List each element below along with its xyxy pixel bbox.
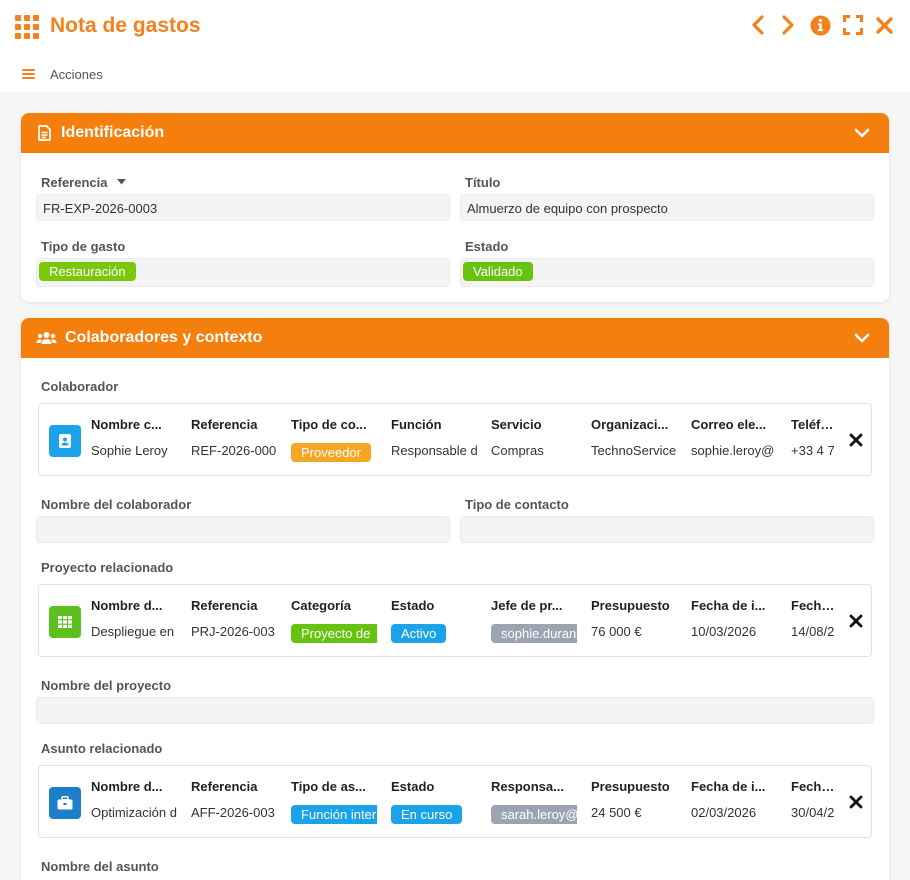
- column: Teléfon +33 4 7: [791, 417, 835, 458]
- asunto-label: Asunto relacionado: [41, 741, 163, 756]
- nombre-colaborador-field[interactable]: [36, 516, 450, 543]
- nombre-colaborador-label: Nombre del colaborador: [41, 497, 192, 512]
- column: Estado En curso: [391, 779, 477, 825]
- column: Función Responsable d: [391, 417, 477, 458]
- column: Referencia REF-2026-000: [191, 417, 277, 458]
- titulo-field[interactable]: Almuerzo de equipo con prospecto: [460, 194, 874, 221]
- responsible-badge: sarah.leroy@: [491, 805, 577, 824]
- column: Organizaci... TechnoService: [591, 417, 677, 458]
- column: Tipo de co... Proveedor: [291, 417, 377, 463]
- titulo-label: Título: [465, 175, 501, 190]
- referencia-label: Referencia: [41, 175, 127, 190]
- tipo-gasto-label: Tipo de gasto: [41, 239, 126, 254]
- column: Referencia AFF-2026-003: [191, 779, 275, 820]
- column: Nombre d... Despliegue en: [91, 598, 175, 639]
- column: Correo ele... sophie.leroy@: [691, 417, 775, 458]
- remove-colaborador-icon[interactable]: [849, 433, 863, 447]
- tipo-contacto-label: Tipo de contacto: [465, 497, 569, 512]
- remove-asunto-icon[interactable]: [849, 795, 863, 809]
- info-icon[interactable]: [808, 14, 832, 36]
- contact-type-badge: Proveedor: [291, 443, 371, 462]
- manager-badge: sophie.duran: [491, 624, 577, 643]
- column: Tipo de as... Función inter: [291, 779, 377, 824]
- column: Fecha de i... 02/03/2026: [691, 779, 766, 820]
- caret-down-icon[interactable]: [117, 179, 127, 185]
- column: Categoría Proyecto de: [291, 598, 377, 644]
- tipo-contacto-field[interactable]: [460, 516, 874, 543]
- affair-type-badge: Función inter: [291, 805, 377, 824]
- identificacion-header[interactable]: Identificación: [21, 113, 889, 153]
- tipo-gasto-field[interactable]: Restauración: [36, 258, 450, 287]
- users-icon: [35, 329, 57, 347]
- column: Nombre d... Optimización d: [91, 779, 177, 820]
- status-badge: Activo: [391, 624, 447, 643]
- estado-field[interactable]: Validado: [460, 258, 874, 287]
- title-bar: Nota de gastos: [0, 0, 910, 56]
- proyecto-card[interactable]: Nombre d... Despliegue en Referencia PRJ-2…: [38, 584, 872, 657]
- column: Responsa... sarah.leroy@: [491, 779, 577, 824]
- column: Fecha d14/08/2: [791, 598, 835, 639]
- remove-proyecto-icon[interactable]: [849, 614, 863, 628]
- nombre-proyecto-label: Nombre del proyecto: [41, 678, 172, 693]
- actions-menu[interactable]: Acciones: [50, 67, 103, 82]
- expense-note-window: Nota de gastos Acciones Identificación R…: [0, 0, 910, 880]
- estado-badge: Validado: [463, 262, 533, 281]
- column: Fecha d30/04/2: [791, 779, 835, 820]
- contact-card-icon: [49, 425, 81, 457]
- column: Presupuesto 24 500 €: [591, 779, 670, 820]
- project-grid-icon: [49, 606, 81, 638]
- section-title: Colaboradores y contexto: [65, 329, 263, 346]
- asunto-card[interactable]: Nombre d... Optimización d Referencia AFF-…: [38, 765, 872, 838]
- column: Servicio Compras: [491, 417, 544, 458]
- status-badge: En curso: [391, 805, 463, 824]
- actions-bar: [0, 56, 910, 92]
- colaboradores-section: Colaboradores y contexto Colaborador Nom…: [21, 318, 889, 880]
- column: Jefe de pr... sophie.duran: [491, 598, 577, 643]
- proyecto-label: Proyecto relacionado: [41, 560, 174, 575]
- category-badge: Proyecto de: [291, 624, 377, 643]
- chevron-down-icon[interactable]: [853, 330, 871, 346]
- window-title: Nota de gastos: [50, 14, 201, 37]
- colaboradores-header[interactable]: Colaboradores y contexto: [21, 318, 889, 358]
- column: Nombre c... Sophie Leroy: [91, 417, 168, 458]
- close-icon[interactable]: [874, 14, 894, 36]
- nombre-asunto-label: Nombre del asunto: [41, 859, 159, 874]
- nombre-proyecto-field[interactable]: [36, 697, 874, 724]
- referencia-field[interactable]: FR-EXP-2026-0003: [36, 194, 450, 221]
- tipo-gasto-badge: Restauración: [39, 262, 136, 281]
- window-controls: [748, 14, 894, 36]
- estado-label: Estado: [465, 239, 509, 254]
- chevron-left-icon[interactable]: [748, 14, 768, 36]
- column: Referencia PRJ-2026-003: [191, 598, 275, 639]
- document-icon: [35, 124, 53, 142]
- chevron-down-icon[interactable]: [853, 125, 871, 141]
- grid-icon[interactable]: [15, 15, 39, 39]
- chevron-right-icon[interactable]: [778, 14, 798, 36]
- section-title: Identificación: [61, 124, 165, 141]
- column: Estado Activo: [391, 598, 477, 644]
- column: Fecha de i... 10/03/2026: [691, 598, 766, 639]
- column: Presupuesto 76 000 €: [591, 598, 670, 639]
- colaborador-label: Colaborador: [41, 379, 119, 394]
- briefcase-icon: [49, 787, 81, 819]
- hamburger-icon[interactable]: [22, 69, 35, 79]
- colaborador-card[interactable]: Nombre c... Sophie Leroy Referencia REF-20…: [38, 403, 872, 476]
- identificacion-section: Identificación Referencia FR-EXP-2026-00…: [21, 113, 889, 302]
- expand-icon[interactable]: [842, 14, 864, 36]
